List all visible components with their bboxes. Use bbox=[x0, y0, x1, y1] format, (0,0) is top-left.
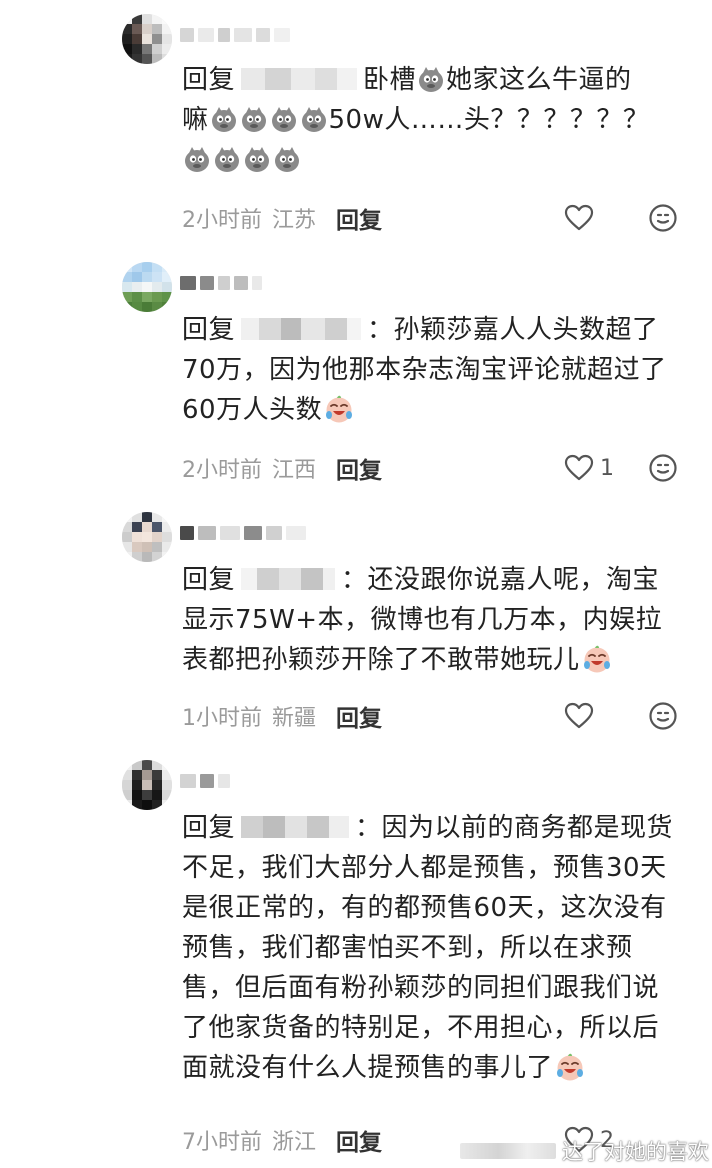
reaction-button[interactable] bbox=[648, 701, 678, 731]
comment-text: 回复 卧槽 她家这么牛逼的嘛 50w人……头？？？？？？ bbox=[182, 60, 682, 180]
smiley-icon bbox=[649, 454, 677, 482]
reaction-button[interactable] bbox=[648, 453, 678, 483]
doge-grey-emoji bbox=[213, 145, 241, 173]
smiley-icon bbox=[649, 204, 677, 232]
doge-grey-emoji bbox=[300, 105, 328, 133]
watermark: 达了对她的喜欢 bbox=[460, 1138, 709, 1164]
watermark-text: 达了对她的喜欢 bbox=[562, 1140, 709, 1164]
username-redacted[interactable] bbox=[180, 270, 262, 296]
heart-outline-icon bbox=[564, 454, 594, 481]
doge-grey-emoji bbox=[270, 105, 298, 133]
comment-meta: 2小时前 江苏 回复 bbox=[182, 202, 382, 234]
like-button[interactable] bbox=[564, 700, 600, 732]
doge-grey-emoji bbox=[183, 145, 211, 173]
reply-prefix: 回复 bbox=[182, 813, 236, 843]
comment-time: 7小时前 bbox=[182, 1130, 262, 1155]
reaction-button[interactable] bbox=[648, 203, 678, 233]
smiley-icon bbox=[649, 702, 677, 730]
comment-time: 1小时前 bbox=[182, 706, 262, 731]
doge-grey-emoji bbox=[210, 105, 238, 133]
comment-meta: 1小时前 新疆 回复 bbox=[182, 700, 382, 732]
reply-button[interactable]: 回复 bbox=[336, 201, 382, 235]
reply-prefix: 回复 bbox=[182, 565, 236, 595]
reply-button[interactable]: 回复 bbox=[336, 699, 382, 733]
comment-location: 浙江 bbox=[272, 1130, 317, 1155]
like-count: 1 bbox=[600, 455, 614, 481]
reply-target-redacted[interactable] bbox=[241, 67, 358, 90]
comment-meta: 2小时前 江西 回复 bbox=[182, 452, 382, 484]
laugh-cry-emoji bbox=[324, 394, 354, 424]
like-button[interactable] bbox=[564, 202, 600, 234]
reply-button[interactable]: 回复 bbox=[336, 1123, 382, 1157]
avatar[interactable] bbox=[122, 760, 172, 810]
username-redacted[interactable] bbox=[180, 520, 306, 546]
doge-grey-emoji bbox=[273, 145, 301, 173]
comment-text: 回复 ：孙颖莎嘉人人头数超了70万，因为他那本杂志淘宝评论就超过了60万人头数 bbox=[182, 315, 667, 425]
comment-text: 回复 ：还没跟你说嘉人呢，淘宝显示75W+本，微博也有几万本，内娱拉表都把孙颖莎开… bbox=[182, 565, 663, 675]
laugh-cry-emoji bbox=[555, 1052, 585, 1082]
comment-meta: 7小时前 浙江 回复 bbox=[182, 1124, 382, 1156]
watermark-handle-redacted bbox=[460, 1143, 556, 1159]
reply-target-redacted[interactable] bbox=[241, 317, 362, 340]
avatar[interactable] bbox=[122, 262, 172, 312]
comment-location: 江苏 bbox=[272, 208, 317, 233]
reply-button[interactable]: 回复 bbox=[336, 451, 382, 485]
comment-text: 回复 ：因为以前的商务都是现货不足，我们大部分人都是预售，预售30天是很正常的，有… bbox=[182, 813, 674, 1083]
doge-grey-emoji bbox=[243, 145, 271, 173]
username-redacted[interactable] bbox=[180, 22, 290, 48]
laugh-cry-emoji bbox=[582, 644, 612, 674]
avatar[interactable] bbox=[122, 14, 172, 64]
doge-grey-emoji bbox=[240, 105, 268, 133]
reply-prefix: 回复 bbox=[182, 65, 236, 95]
reply-prefix: 回复 bbox=[182, 315, 236, 345]
comment-location: 新疆 bbox=[272, 706, 317, 731]
reply-target-redacted[interactable] bbox=[241, 815, 350, 838]
reply-target-redacted[interactable] bbox=[241, 567, 336, 590]
like-button[interactable]: 1 bbox=[564, 452, 614, 484]
comment-time: 2小时前 bbox=[182, 208, 262, 233]
heart-outline-icon bbox=[564, 204, 594, 231]
username-redacted[interactable] bbox=[180, 768, 230, 794]
comment-location: 江西 bbox=[272, 458, 317, 483]
comment-time: 2小时前 bbox=[182, 458, 262, 483]
doge-grey-emoji bbox=[417, 65, 445, 93]
avatar[interactable] bbox=[122, 512, 172, 562]
heart-outline-icon bbox=[564, 702, 594, 729]
